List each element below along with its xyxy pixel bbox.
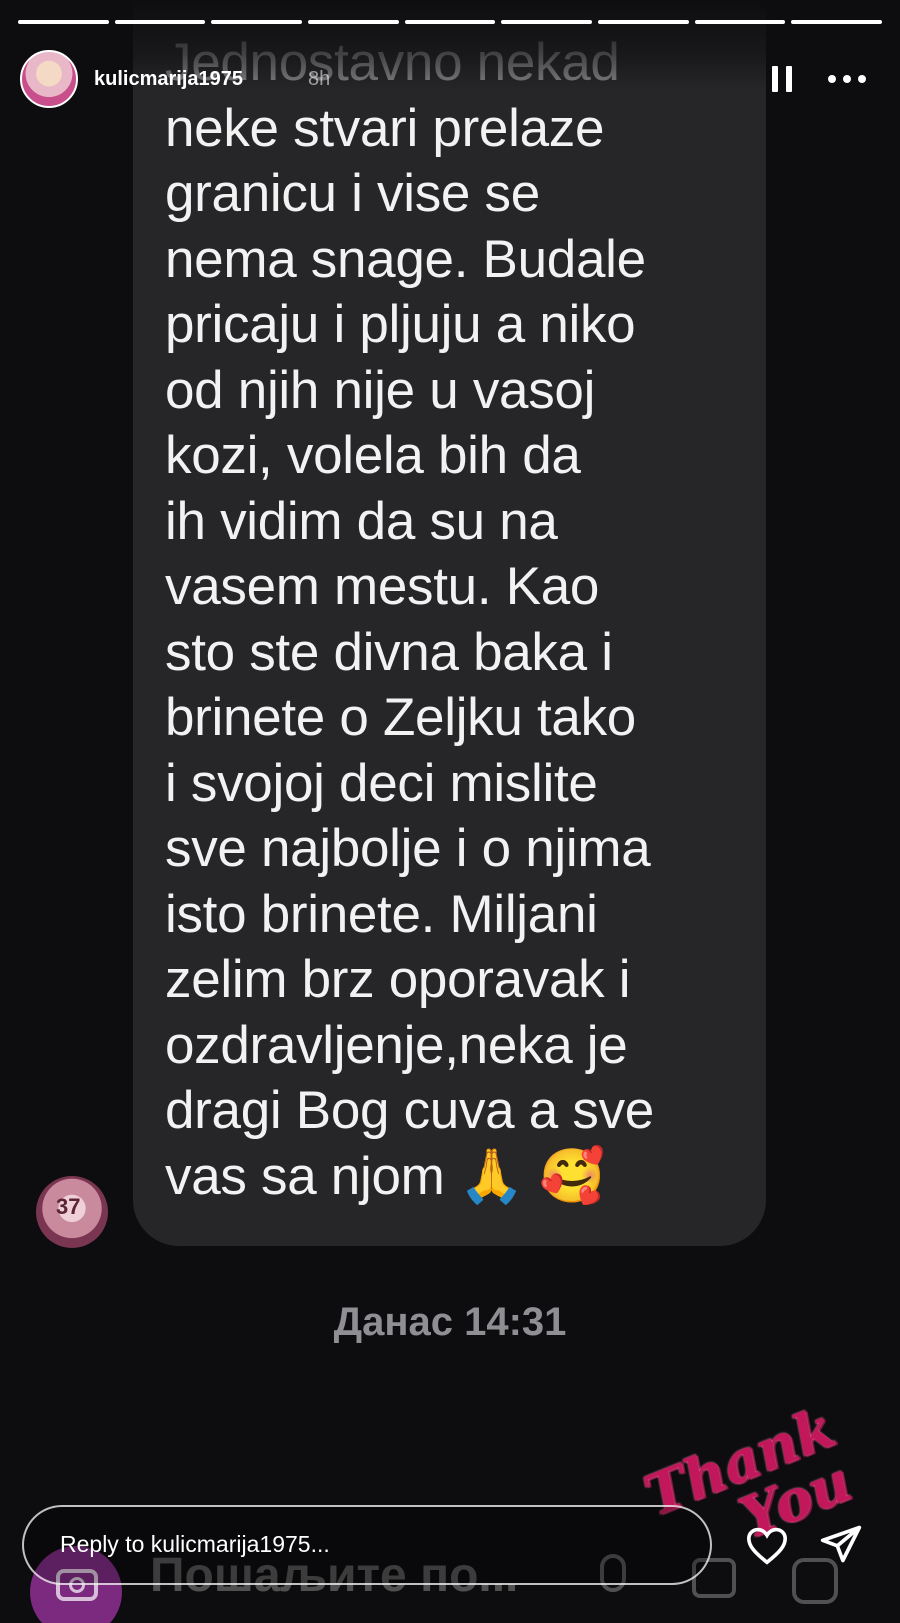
more-icon[interactable] [828, 72, 866, 86]
progress-segment [694, 20, 786, 24]
message-line: vas sa njom 🙏 🥰 [165, 1146, 605, 1206]
message-line: isto brinete. Miljani [165, 884, 598, 944]
progress-segment [308, 20, 399, 24]
date-stamp: Данас 14:31 [333, 1300, 567, 1344]
message-line: vasem mestu. Kao [165, 557, 600, 616]
story-viewer: Jednostavno nekadneke stvari prelazegran… [0, 0, 900, 1623]
message-line: granicu i vise se [165, 164, 540, 223]
message-line: zelim brz oporavak i [165, 950, 631, 1009]
sender-avatar-text: 37 [56, 1194, 81, 1219]
message-line: pricaju i pljuju a niko [165, 295, 636, 354]
message-line: nema snage. Budale [165, 229, 646, 289]
profile-username[interactable]: kulicmarija1975 [94, 68, 243, 91]
progress-segment [114, 20, 206, 24]
progress-segment [791, 20, 883, 24]
message-line: brinete o Zeljku tako [165, 688, 636, 747]
message-line: i svojoj deci mislite [165, 753, 598, 813]
progress-segment [18, 20, 109, 24]
message-line: ih vidim da su na [165, 491, 558, 551]
progress-segment [211, 20, 303, 24]
message-text: Jednostavno nekadneke stvari prelazegran… [165, 30, 755, 1209]
message-line: sto ste divna baka i [165, 622, 613, 682]
message-line: sve najbolje i o njima [165, 819, 651, 878]
message-line: kozi, volela bih da [165, 426, 581, 485]
pause-icon[interactable] [772, 66, 792, 92]
heart-icon[interactable] [745, 1525, 789, 1565]
message-line: od njih nije u vasoj [165, 360, 596, 420]
reply-input[interactable]: Reply to kulicmarija1975... [22, 1505, 712, 1585]
story-time-ago: 8h [308, 68, 331, 90]
story-progress-bar [18, 20, 883, 24]
profile-avatar[interactable] [20, 50, 78, 108]
message-line: ozdravljenje,neka je [165, 1015, 628, 1075]
message-line: dragi Bog cuva a sve [165, 1081, 654, 1140]
story-header: kulicmarija1975 8h [20, 50, 880, 108]
send-icon[interactable] [818, 1522, 864, 1566]
progress-segment [501, 20, 593, 24]
reply-placeholder: Reply to kulicmarija1975... [60, 1531, 330, 1557]
progress-segment [404, 20, 496, 24]
progress-segment [598, 20, 689, 24]
sender-avatar: 37 [36, 1176, 108, 1248]
